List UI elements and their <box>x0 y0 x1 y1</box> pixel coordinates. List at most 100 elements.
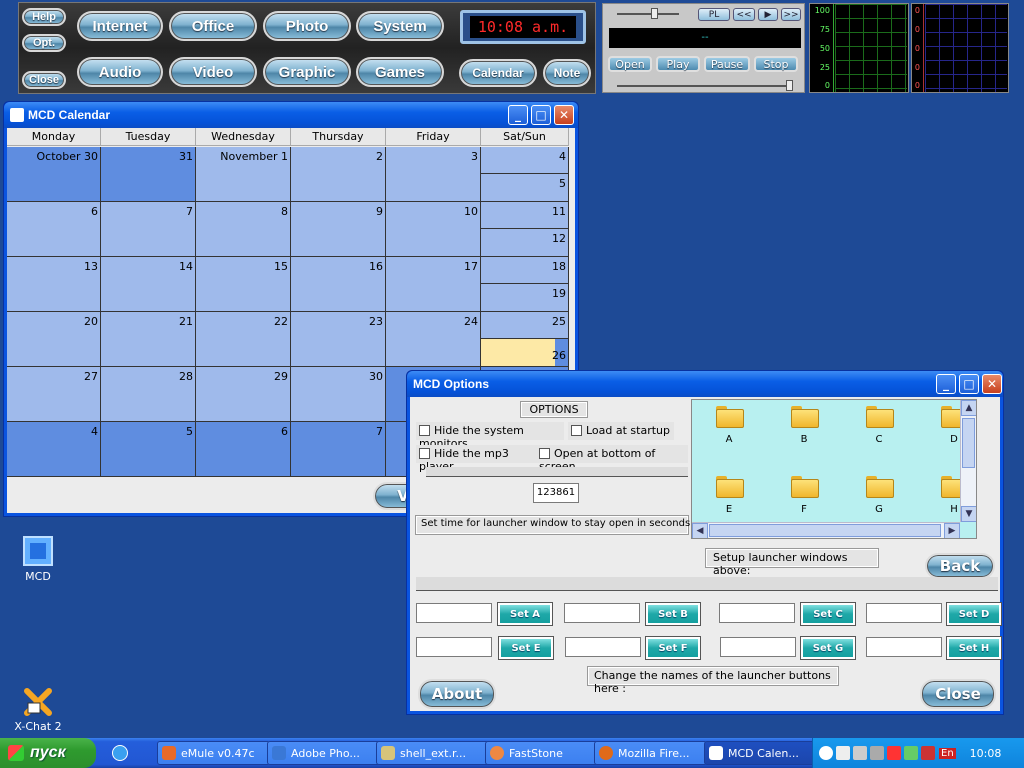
hide-monitors-checkbox[interactable]: Hide the system monitors <box>416 422 564 450</box>
launcher-folder-b[interactable]: B <box>784 406 824 445</box>
launcher-name-input-d[interactable] <box>866 603 942 623</box>
fast-forward-button[interactable]: >> <box>781 8 801 21</box>
scroll-down-icon[interactable]: ▼ <box>961 506 976 522</box>
calendar-day-cell[interactable]: 4 <box>7 422 101 477</box>
calendar-day-cell[interactable]: November 1 <box>196 147 291 202</box>
launcher-folder-c[interactable]: C <box>859 406 899 445</box>
stop-button[interactable]: Stop <box>754 56 798 72</box>
load-startup-checkbox[interactable]: Load at startup <box>568 422 674 440</box>
scroll-left-icon[interactable]: ◀ <box>692 523 708 538</box>
set-c-button[interactable]: Set C <box>801 603 855 625</box>
calendar-day-cell[interactable]: 20 <box>7 312 101 367</box>
launcher-audio-button[interactable]: Audio <box>77 57 163 87</box>
launcher-name-input-h[interactable] <box>866 637 942 657</box>
scroll-right-icon[interactable]: ▶ <box>944 523 960 538</box>
calendar-day-cell[interactable]: 18 <box>481 257 569 284</box>
calendar-day-cell[interactable]: 25 <box>481 312 569 339</box>
options-button[interactable]: Opt. <box>22 34 66 52</box>
calendar-day-cell[interactable]: 7 <box>101 202 196 257</box>
launcher-video-button[interactable]: Video <box>169 57 257 87</box>
launcher-games-button[interactable]: Games <box>356 57 444 87</box>
set-e-button[interactable]: Set E <box>499 637 553 659</box>
calendar-day-cell[interactable]: 24 <box>386 312 481 367</box>
launcher-name-input-a[interactable] <box>416 603 492 623</box>
play-button[interactable]: Play <box>656 56 700 72</box>
launcher-folder-a[interactable]: A <box>709 406 749 445</box>
launcher-folder-f[interactable]: F <box>784 476 824 515</box>
calendar-day-cell[interactable]: 5 <box>481 174 569 202</box>
calendar-day-cell[interactable]: 8 <box>196 202 291 257</box>
launcher-name-input-b[interactable] <box>564 603 640 623</box>
hscroll-thumb[interactable] <box>709 524 941 537</box>
open-bottom-checkbox[interactable]: Open at bottom of screen <box>536 445 688 473</box>
about-button[interactable]: About <box>418 679 496 709</box>
volume-knob[interactable] <box>651 8 659 19</box>
scroll-thumb[interactable] <box>962 418 975 468</box>
start-button[interactable]: пуск <box>0 738 96 768</box>
set-g-button[interactable]: Set G <box>801 637 855 659</box>
tray-app-icon[interactable] <box>836 746 850 760</box>
launcher-name-input-f[interactable] <box>565 637 641 657</box>
tray-expand-icon[interactable] <box>819 746 833 760</box>
calendar-day-cell[interactable]: 3 <box>386 147 481 202</box>
desktop-icon-mcd[interactable]: MCD <box>8 536 68 583</box>
calendar-day-cell[interactable]: 19 <box>481 284 569 312</box>
back-button[interactable]: Back <box>925 553 995 579</box>
taskbar-item-faststone[interactable]: FastStone <box>485 741 598 765</box>
launcher-folder-g[interactable]: G <box>859 476 899 515</box>
maximize-button[interactable]: □ <box>959 374 979 394</box>
set-b-button[interactable]: Set B <box>646 603 700 625</box>
calendar-day-cell[interactable]: 27 <box>7 367 101 422</box>
taskbar-item-emule[interactable]: eMule v0.47c <box>157 741 270 765</box>
open-button[interactable]: Open <box>608 56 652 72</box>
launcher-note-button[interactable]: Note <box>543 59 591 87</box>
launcher-system-button[interactable]: System <box>356 11 444 41</box>
calendar-day-cell[interactable]: 15 <box>196 257 291 312</box>
calendar-day-cell[interactable]: 28 <box>101 367 196 422</box>
checkbox-box[interactable] <box>419 425 430 436</box>
minimize-button[interactable]: _ <box>936 374 956 394</box>
calendar-day-cell[interactable]: 11 <box>481 202 569 229</box>
calendar-day-cell[interactable]: 31 <box>101 147 196 202</box>
help-button[interactable]: Help <box>22 8 66 26</box>
taskbar-item-photoshop[interactable]: Adobe Pho... <box>267 741 380 765</box>
launcher-name-input-c[interactable] <box>719 603 795 623</box>
pause-button[interactable]: Pause <box>704 56 750 72</box>
calendar-day-cell[interactable]: 30 <box>291 367 386 422</box>
launcher-office-button[interactable]: Office <box>169 11 257 41</box>
calendar-day-cell[interactable]: 6 <box>196 422 291 477</box>
checkbox-box[interactable] <box>419 448 430 459</box>
horizontal-scrollbar[interactable]: ◀ ▶ <box>692 522 960 538</box>
calendar-day-cell[interactable]: 7 <box>291 422 386 477</box>
launcher-calendar-button[interactable]: Calendar <box>459 59 537 87</box>
quick-launch-ie-icon[interactable] <box>112 745 128 761</box>
calendar-day-cell[interactable]: 29 <box>196 367 291 422</box>
close-launcher-button[interactable]: Close <box>22 71 66 89</box>
tray-app-icon[interactable] <box>870 746 884 760</box>
taskbar-item-shell-ext[interactable]: shell_ext.r... <box>376 741 489 765</box>
taskbar-item-firefox[interactable]: Mozilla Fire... <box>594 741 707 765</box>
position-knob[interactable] <box>786 80 793 91</box>
launcher-internet-button[interactable]: Internet <box>77 11 163 41</box>
play-icon[interactable]: ▶ <box>758 8 778 21</box>
open-time-input[interactable]: 123861 <box>533 483 579 503</box>
calendar-day-cell[interactable]: 14 <box>101 257 196 312</box>
hide-mp3-checkbox[interactable]: Hide the mp3 player <box>416 445 536 473</box>
taskbar-item-mcd-calendar[interactable]: MCD Calen... <box>704 741 817 765</box>
calendar-day-cell[interactable]: 10 <box>386 202 481 257</box>
volume-slider[interactable] <box>617 13 679 15</box>
language-indicator[interactable]: En <box>939 747 956 759</box>
close-button[interactable]: ✕ <box>554 105 574 125</box>
calendar-day-cell[interactable]: 5 <box>101 422 196 477</box>
calendar-day-cell[interactable]: 22 <box>196 312 291 367</box>
ati-icon[interactable] <box>921 746 935 760</box>
tray-app-icon[interactable] <box>887 746 901 760</box>
checkbox-box[interactable] <box>539 448 550 459</box>
calendar-day-cell[interactable]: October 30 <box>7 147 101 202</box>
maximize-button[interactable]: □ <box>531 105 551 125</box>
set-f-button[interactable]: Set F <box>646 637 700 659</box>
scroll-up-icon[interactable]: ▲ <box>961 400 976 416</box>
position-slider[interactable] <box>617 85 793 87</box>
set-d-button[interactable]: Set D <box>947 603 1001 625</box>
calendar-titlebar[interactable]: MCD Calendar <box>4 102 578 128</box>
